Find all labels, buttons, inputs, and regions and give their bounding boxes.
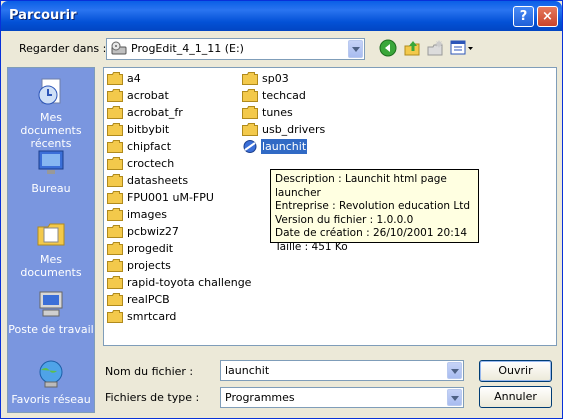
folder-icon [107,72,123,85]
folder-icon [107,242,123,255]
close-button[interactable]: × [537,6,558,27]
place-my-computer[interactable]: Poste de travail [8,288,94,336]
tooltip-company: Entreprise : Revolution education Ltd [275,200,471,213]
lookin-dropdown[interactable]: ProgEdit_4_1_11 (E:) [106,38,365,60]
chevron-down-icon[interactable] [447,389,462,406]
folder-icon [107,140,123,153]
place-label: Mes documents récents [20,111,82,150]
item-label: images [127,208,167,221]
folder-icon [242,123,258,136]
filetype-label: Fichiers de type : [105,391,200,404]
item-label: projects [127,259,171,272]
new-folder-icon[interactable] [426,39,444,57]
tooltip-version: Version du fichier : 1.0.0.0 [275,213,414,226]
my-documents-icon [37,223,65,246]
folder-icon [107,208,123,221]
folder-icon [242,89,258,102]
tooltip-size: Taille : 451 Ko [275,240,348,253]
item-label: datasheets [127,174,189,187]
my-computer-icon [39,291,63,317]
item-label: tunes [262,106,293,119]
item-label: realPCB [127,293,170,306]
drive-icon [111,41,127,55]
filename-label: Nom du fichier : [105,365,194,378]
item-label: acrobat [127,89,169,102]
item-label: a4 [127,72,141,85]
folder-icon [107,174,123,187]
help-button[interactable]: ? [513,6,534,27]
folder-icon [107,276,123,289]
lookin-value: ProgEdit_4_1_11 (E:) [131,42,244,55]
filetype-value: Programmes [225,391,295,404]
place-recent-documents[interactable]: Mes documents récents [8,76,94,150]
file-dialog: Parcourir ? × Regarder dans : ProgEdit_4… [0,0,563,419]
tooltip-date: Date de création : 26/10/2001 20:14 [275,227,468,240]
folder-icon [107,310,123,323]
place-label: Favoris réseau [11,393,91,406]
folder-icon [107,123,123,136]
open-button[interactable]: Ouvrir [479,360,552,382]
folder-icon [107,106,123,119]
title-bar[interactable]: Parcourir ? × [1,1,562,31]
folder-icon [107,89,123,102]
window-title: Parcourir [9,8,77,23]
up-folder-icon[interactable] [403,39,421,57]
place-label: Bureau [31,182,71,195]
item-label: FPU001 uM-FPU [127,191,214,204]
cancel-button[interactable]: Annuler [479,386,552,408]
item-label: smrtcard [127,310,177,323]
network-places-icon [39,360,63,388]
place-my-documents[interactable]: Mes documents [8,218,94,279]
item-label: rapid-toyota challenge [127,276,252,289]
lookin-label: Regarder dans : [19,42,107,55]
tooltip-description: Description : Launchit html page launche… [275,173,447,199]
folder-icon [107,225,123,238]
item-label: acrobat_fr [127,106,183,119]
folder-icon [242,72,258,85]
item-label: croctech [127,157,175,170]
folder-icon [107,259,123,272]
chevron-down-icon[interactable] [348,40,363,58]
application-icon [243,140,257,153]
filename-field[interactable]: launchit [220,360,464,381]
item-label: chipfact [127,140,172,153]
place-network[interactable]: Favoris réseau [8,358,94,406]
item-label: techcad [262,89,306,102]
recent-documents-icon [38,78,61,105]
desktop-icon [38,150,64,174]
filename-value: launchit [225,364,270,377]
view-menu-icon[interactable] [450,39,474,57]
item-label: pcbwiz27 [127,225,179,238]
item-label: progedit [127,242,174,255]
folder-icon [107,191,123,204]
place-label: Mes documents [20,253,82,279]
place-desktop[interactable]: Bureau [8,147,94,195]
place-label: Poste de travail [8,323,94,336]
file-info-tooltip: Description : Launchit html page launche… [270,169,479,253]
places-bar: Mes documents récents Bureau Mes documen… [7,67,95,413]
item-label: usb_drivers [262,123,326,136]
item-label: bitbybit [127,123,170,136]
folder-icon [107,293,123,306]
chevron-down-icon[interactable] [447,362,462,379]
filetype-dropdown[interactable]: Programmes [220,387,464,408]
folder-icon [242,106,258,119]
back-icon[interactable] [379,39,397,57]
item-label: launchit [259,138,309,155]
item-label: sp03 [262,72,289,85]
folder-icon [107,157,123,170]
